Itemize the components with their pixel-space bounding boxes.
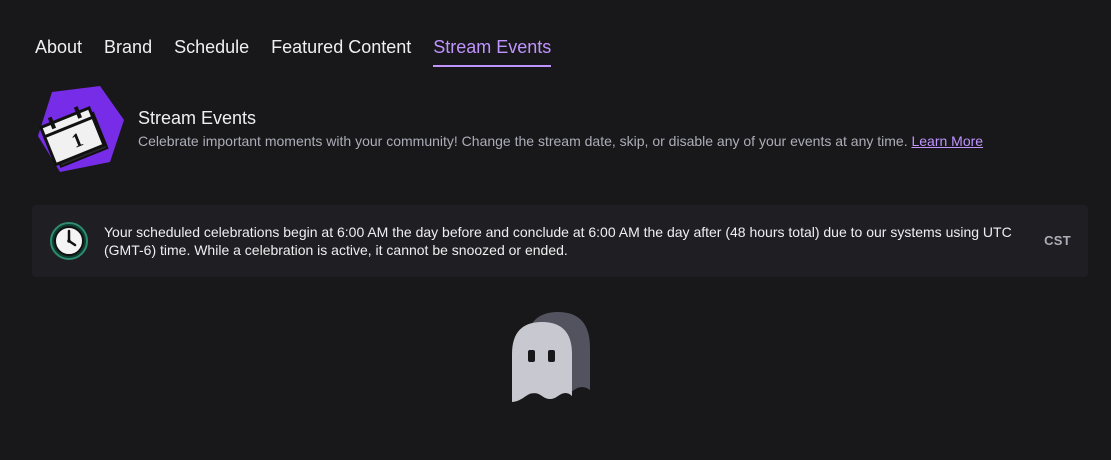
tab-schedule[interactable]: Schedule [174, 36, 249, 67]
timezone-notice: Your scheduled celebrations begin at 6:0… [32, 205, 1088, 277]
tab-bar: About Brand Schedule Featured Content St… [35, 36, 552, 67]
learn-more-link[interactable]: Learn More [911, 133, 983, 149]
tab-featured-content[interactable]: Featured Content [271, 36, 411, 67]
tab-about[interactable]: About [35, 36, 82, 67]
page-title: Stream Events [138, 108, 257, 128]
notice-text: Your scheduled celebrations begin at 6:0… [104, 224, 1012, 258]
clock-icon [49, 221, 89, 261]
calendar-icon: 1 [30, 84, 126, 174]
ghost-icon [508, 310, 598, 406]
page-description: Celebrate important moments with your co… [138, 132, 983, 150]
timezone-label: CST [1044, 233, 1071, 248]
tab-brand[interactable]: Brand [104, 36, 152, 67]
tab-stream-events[interactable]: Stream Events [433, 36, 552, 67]
description-text: Celebrate important moments with your co… [138, 133, 908, 149]
